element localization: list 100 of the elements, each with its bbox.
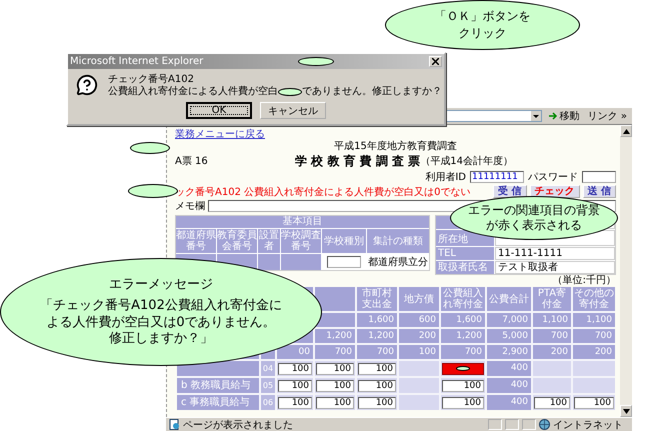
table-cell: 700 [357, 345, 397, 359]
callout-text: 「チェック番号A102公費組入れ寄付金に [40, 298, 282, 314]
row-code: 05 [261, 378, 275, 393]
table-cell [573, 361, 615, 376]
column-header: 地方債 [399, 287, 439, 311]
redaction-oval [456, 366, 470, 371]
memo-label: メモ欄 [175, 200, 205, 213]
links-button[interactable]: リンク » [586, 109, 629, 123]
action-button[interactable]: 受 信 [493, 185, 527, 198]
row-code: 06 [261, 395, 275, 410]
dialog-heading: チェック番号A102 [108, 74, 195, 86]
fiscal-year: （平成14会計年度） [420, 154, 513, 168]
number-input[interactable]: 100 [442, 380, 484, 392]
number-input[interactable]: 100 [278, 362, 312, 374]
number-input[interactable]: 100 [278, 396, 312, 408]
table-cell [258, 254, 280, 270]
number-input[interactable]: 100 [316, 396, 354, 408]
unit-note: （単位:千円） [552, 275, 616, 287]
callout-text: クリック [458, 26, 506, 41]
column-header: 集計の種類 [367, 229, 429, 253]
column-header: 市町村支出金 [357, 287, 397, 311]
table-cell [399, 378, 439, 393]
column-header: 公費合計 [487, 287, 531, 311]
column-header: 都道府県番号 [176, 229, 216, 253]
row-code: 04 [261, 361, 275, 376]
column-header: 教育委員会番号 [217, 229, 257, 253]
number-input[interactable]: 100 [278, 380, 312, 392]
table-heading: 基本項目 [176, 216, 429, 228]
arrow-icon [548, 111, 558, 121]
password-label: パスワード [528, 170, 578, 184]
table-cell [399, 395, 439, 410]
table-cell: 11-111-1111 [495, 247, 615, 260]
dialog-title: Microsoft Internet Explorer [70, 56, 204, 67]
redaction-oval [298, 57, 334, 66]
table-cell: 700 [441, 345, 485, 359]
table-cell: 400 [487, 361, 531, 376]
table-cell: 200 [533, 345, 571, 359]
form-title: 学 校 教 育 費 調 査 票 [295, 152, 420, 170]
table-cell [573, 378, 615, 393]
table-cell [533, 361, 571, 376]
form-code: A票 16 [175, 155, 209, 168]
go-button[interactable]: 移動 [546, 109, 582, 123]
table-cell: 1,600 [441, 313, 485, 327]
dialog-message: でありません。修正しますか？ [302, 86, 442, 98]
column-header [315, 287, 355, 311]
callout-text: エラーの関連項目の背景 [468, 203, 600, 218]
table-cell: 00 [277, 345, 313, 359]
table-cell: 700 [315, 345, 355, 359]
row-label: b 教務職員給与 [177, 378, 259, 393]
table-cell: 100 [399, 345, 439, 359]
row-label: c 事務職員給与 [177, 395, 259, 410]
table-cell: 1,600 [357, 313, 397, 327]
column-header: 学校調査番号 [281, 229, 321, 253]
dialog-message: 公費組入れ寄付金による人件費が空白 [108, 86, 278, 98]
number-input[interactable]: 100 [534, 396, 570, 408]
password-input[interactable] [582, 170, 616, 182]
table-cell: 1,200 [315, 329, 355, 343]
column-header: その他の寄付金 [573, 287, 615, 311]
callout-title: エラーメッセージ [109, 277, 213, 294]
question-icon [76, 74, 98, 96]
number-input[interactable]: 100 [358, 362, 396, 374]
number-input[interactable]: 100 [316, 362, 354, 374]
table-cell: 1,100 [533, 313, 571, 327]
number-input[interactable]: 100 [574, 396, 614, 408]
table-cell [281, 254, 321, 270]
number-input[interactable]: 100 [316, 380, 354, 392]
table-cell: 2,900 [487, 345, 531, 359]
globe-icon [539, 419, 550, 430]
column-header: 公費組入れ寄付金 [441, 287, 485, 311]
user-id-label: 利用者ID [425, 170, 466, 184]
scrollbar[interactable] [620, 125, 632, 417]
table-cell: 600 [399, 313, 439, 327]
scroll-down-icon[interactable] [622, 408, 630, 414]
callout-text: よる人件費が空白又は0でありません。 [46, 314, 276, 331]
type-select[interactable] [327, 256, 361, 268]
row-label: 取扱者氏名 [436, 261, 494, 274]
table-cell: テスト取扱者 [495, 261, 615, 274]
callout-text: が赤く表示される [486, 218, 582, 233]
table-cell: 7,000 [487, 313, 531, 327]
table-cell [399, 361, 439, 376]
table-cell: 1,100 [573, 313, 615, 327]
redaction-oval [278, 88, 302, 96]
close-icon [432, 58, 439, 65]
column-header: 学校種別 [322, 229, 366, 253]
table-cell: 1,200 [357, 329, 397, 343]
table-cell: 200 [573, 345, 615, 359]
table-cell [533, 378, 571, 393]
number-input[interactable]: 100 [442, 396, 484, 408]
error-input[interactable] [442, 362, 484, 374]
table-cell: 5,000 [487, 329, 531, 343]
dialog-button[interactable]: キャンセル [260, 102, 326, 119]
user-id-input[interactable]: 11111111 [470, 170, 524, 182]
back-link[interactable]: 業務メニューに戻る [175, 129, 265, 141]
number-input[interactable]: 100 [358, 380, 396, 392]
action-button[interactable]: 送 信 [582, 185, 616, 198]
number-input[interactable]: 100 [358, 396, 396, 408]
zone-text: イントラネット [553, 418, 624, 431]
redaction-oval [128, 184, 178, 198]
close-button[interactable] [429, 56, 442, 67]
scroll-up-icon[interactable] [622, 128, 630, 134]
